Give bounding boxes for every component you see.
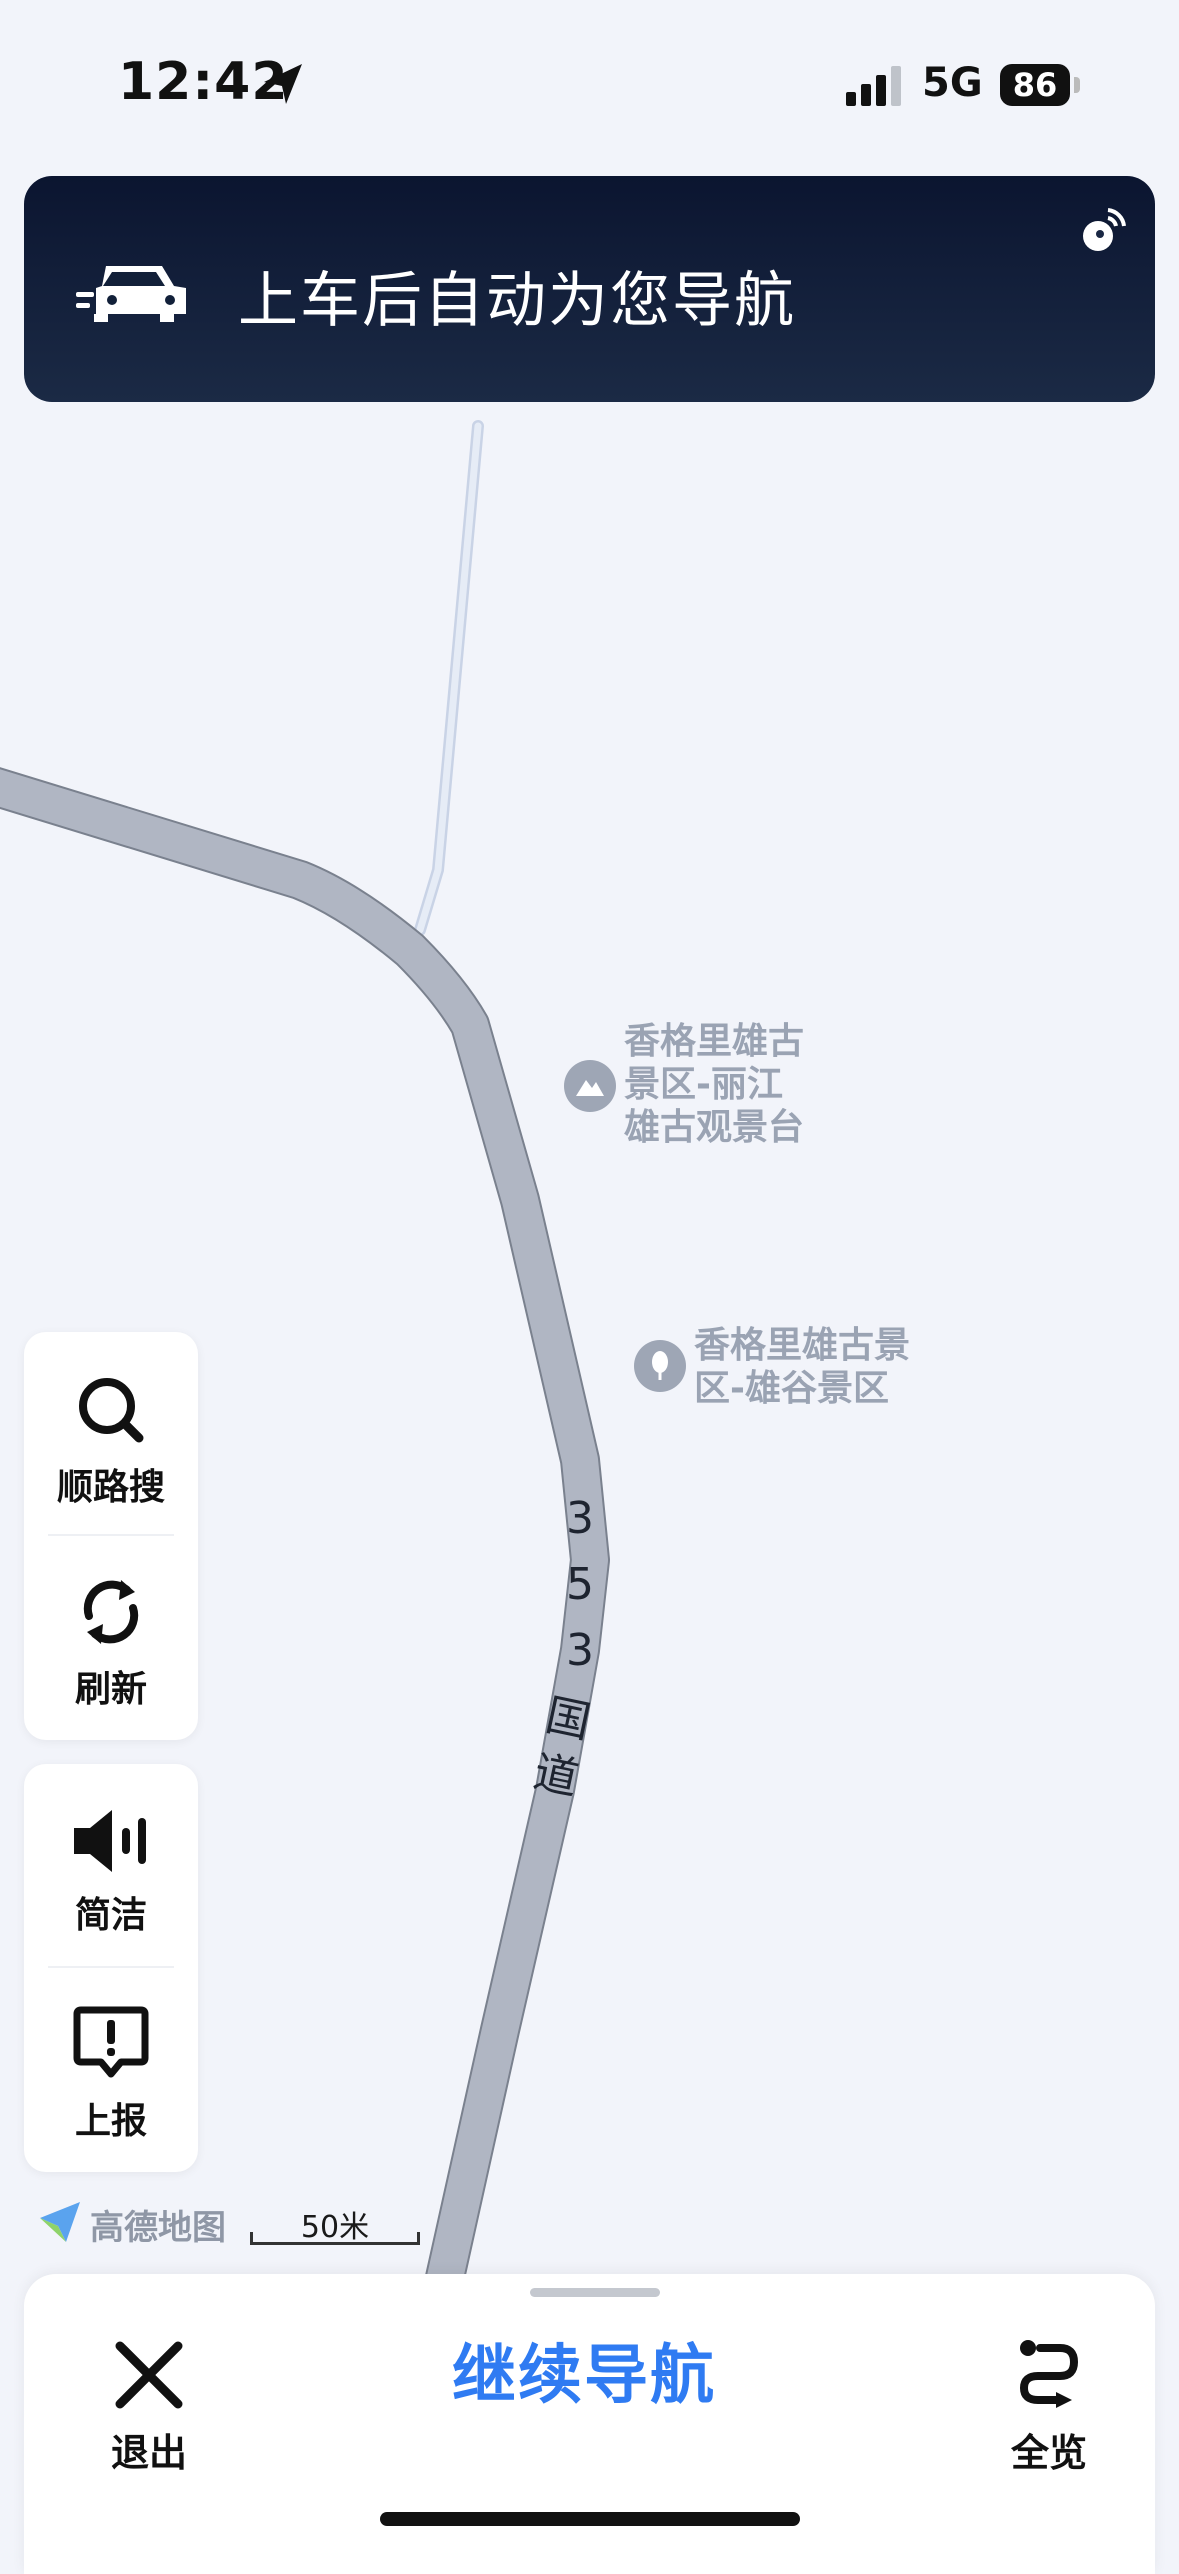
refresh-button[interactable]: 刷新 [24, 1536, 198, 1736]
map-scale-label: 50米 [300, 2210, 370, 2245]
poi-line: 雄古观景台 [624, 1107, 805, 1148]
sheet-grabber[interactable] [530, 2288, 660, 2297]
amap-logo-icon [40, 2202, 80, 2242]
poi-xionggu-valley[interactable]: 香格里雄古景 区-雄谷景区 [694, 1324, 910, 1410]
route-overview-icon [1019, 2340, 1079, 2408]
amap-brand-text: 高德地图 [90, 2208, 226, 2248]
continue-navigation-button[interactable]: 继续导航 [384, 2324, 784, 2416]
search-along-route-label: 顺路搜 [56, 1467, 165, 1508]
map-scale: 50米 [250, 2202, 420, 2246]
overview-label: 全览 [1010, 2431, 1087, 2475]
network-type: 5G [922, 60, 983, 106]
status-bar: 12:42 5G 86 [0, 0, 1179, 170]
concise-mode-label: 简洁 [74, 1895, 147, 1936]
banner-message: 上车后自动为您导航 [238, 266, 796, 336]
concise-mode-button[interactable]: 简洁 [24, 1764, 198, 1964]
report-button[interactable]: 上报 [24, 1968, 198, 2168]
search-along-route-button[interactable]: 顺路搜 [24, 1332, 198, 1532]
home-indicator[interactable] [380, 2512, 800, 2526]
map-scale-bar [250, 2242, 420, 2245]
auto-navigation-banner[interactable]: 上车后自动为您导航 [24, 176, 1155, 402]
battery-tip [1074, 77, 1080, 93]
close-icon [115, 2341, 183, 2409]
exit-button[interactable]: 退出 [64, 2310, 234, 2475]
poi-line: 景区-丽江 [624, 1064, 783, 1105]
speaker-icon [74, 1810, 146, 1872]
cellular-signal-icon [846, 66, 901, 106]
poi-line: 区-雄谷景区 [694, 1368, 889, 1409]
navigation-bottom-sheet: 退出 继续导航 全览 [24, 2274, 1155, 2574]
report-label: 上报 [74, 2101, 147, 2142]
battery-level: 86 [1000, 64, 1070, 106]
road-label-char: 3 [566, 1625, 594, 1676]
overview-button[interactable]: 全览 [974, 2310, 1124, 2475]
tools-panel-bottom: 简洁 上报 [24, 1764, 198, 2172]
report-icon [73, 2006, 149, 2078]
car-icon [76, 266, 186, 322]
search-icon [79, 1378, 144, 1443]
refresh-icon [83, 1580, 139, 1644]
refresh-label: 刷新 [74, 1669, 147, 1710]
poi-line: 香格里雄古 [624, 1021, 805, 1062]
mountain-icon[interactable] [564, 1060, 616, 1112]
map-scale-tick-right [417, 2232, 420, 2245]
poi-xionggu-viewpoint[interactable]: 香格里雄古 景区-丽江 雄古观景台 [624, 1020, 804, 1149]
map-scale-tick-left [250, 2232, 253, 2245]
road-label-char: 3 [566, 1493, 594, 1544]
tools-panel-top: 顺路搜 刷新 [24, 1332, 198, 1740]
location-arrow-icon [264, 64, 302, 104]
tree-icon[interactable] [634, 1340, 686, 1392]
exit-label: 退出 [110, 2431, 187, 2475]
road-label-g353: 3 5 3 [566, 1486, 594, 1684]
battery-icon: 86 [1000, 64, 1080, 106]
poi-line: 香格里雄古景 [694, 1325, 911, 1366]
road-label-char: 5 [566, 1559, 594, 1610]
satellite-dish-icon[interactable] [1078, 206, 1128, 256]
